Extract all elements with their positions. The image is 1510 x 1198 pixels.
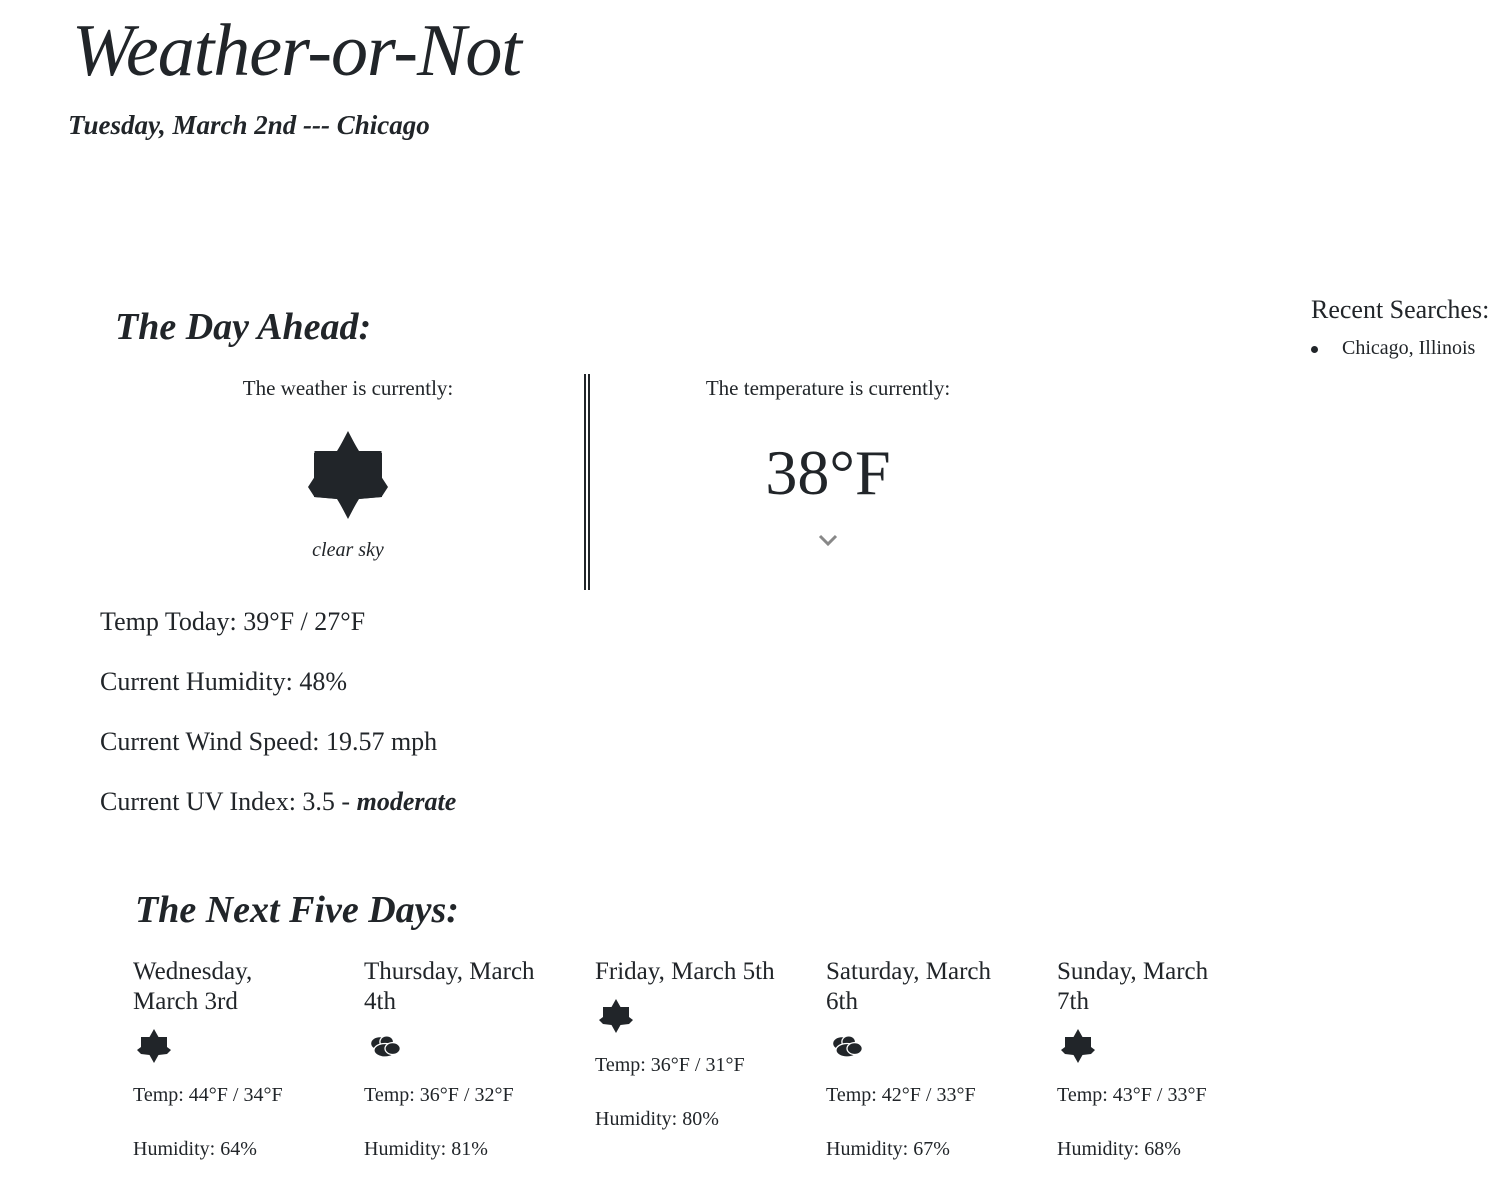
current-weather-panel: The weather is currently: clear sky (110, 376, 586, 562)
sun-icon (1061, 1029, 1095, 1063)
clouds-icon (369, 1035, 401, 1058)
temp-today: Temp Today: 39°F / 27°F (100, 607, 366, 636)
recent-searches-heading: Recent Searches: (1311, 295, 1490, 324)
sun-icon (308, 431, 388, 520)
weather-label: The weather is currently: (242, 376, 454, 400)
next-five-days-title: The Next Five Days: (135, 889, 459, 931)
forecast-day-card: Wednesday, March 3rd Temp: 44°F / 34°F H… (133, 957, 364, 1161)
current-humidity: Current Humidity: 48% (100, 667, 347, 696)
date-city-subtitle: Tuesday, March 2nd --- Chicago (68, 110, 430, 140)
forecast-temp: Temp: 36°F / 32°F (364, 1084, 514, 1106)
sun-icon (599, 999, 633, 1033)
bullet-icon (1311, 346, 1318, 354)
forecast-humidity: Humidity: 81% (364, 1138, 488, 1160)
forecast-day-card: Friday, March 5th Temp: 36°F / 31°F Humi… (595, 957, 826, 1161)
uv-index-level: moderate (356, 787, 457, 816)
forecast-day-name: Saturday, March 6th (826, 958, 991, 1015)
clouds-icon (831, 1035, 863, 1058)
uv-index-value: Current UV Index: 3.5 - (100, 787, 357, 816)
current-uv-index: Current UV Index: 3.5 - moderate (100, 784, 456, 844)
forecast-temp: Temp: 44°F / 34°F (133, 1084, 283, 1106)
forecast-day-name: Friday, March 5th (595, 958, 775, 985)
forecast-humidity: Humidity: 67% (826, 1138, 950, 1160)
recent-searches: Recent Searches: Chicago, Illinois (1311, 294, 1501, 361)
sun-icon (137, 1029, 171, 1063)
forecast-humidity: Humidity: 68% (1057, 1138, 1181, 1160)
forecast-day-name: Thursday, March 4th (364, 958, 535, 1015)
weather-description: clear sky (312, 539, 384, 562)
forecast-day-name: Wednesday, March 3rd (133, 958, 253, 1015)
forecast-temp: Temp: 42°F / 33°F (826, 1084, 976, 1106)
current-wind-speed: Current Wind Speed: 19.57 mph (100, 727, 438, 756)
day-ahead-title: The Day Ahead: (115, 306, 372, 348)
temperature-label: The temperature is currently: (705, 376, 951, 400)
forecast-day-card: Saturday, March 6th Temp: 42°F / 33°F Hu… (826, 957, 1057, 1161)
current-temperature-panel: The temperature is currently: 38°F (590, 376, 1066, 547)
forecast-temp: Temp: 43°F / 33°F (1057, 1084, 1207, 1106)
forecast-humidity: Humidity: 64% (133, 1138, 257, 1160)
chevron-down-icon[interactable] (817, 533, 839, 547)
forecast-humidity: Humidity: 80% (595, 1108, 719, 1130)
recent-search-label[interactable]: Chicago, Illinois (1342, 337, 1475, 359)
forecast-day-name: Sunday, March 7th (1057, 958, 1209, 1015)
five-day-forecast: Wednesday, March 3rd Temp: 44°F / 34°F H… (133, 957, 1293, 1161)
today-stats: Temp Today: 39°F / 27°F Current Humidity… (100, 604, 456, 844)
forecast-temp: Temp: 36°F / 31°F (595, 1054, 745, 1076)
forecast-day-card: Thursday, March 4th Temp: 36°F / 32°F Hu… (364, 957, 595, 1161)
recent-searches-list: Chicago, Illinois (1311, 335, 1501, 361)
recent-search-item[interactable]: Chicago, Illinois (1311, 335, 1501, 361)
current-temperature: 38°F (765, 437, 891, 509)
app-title: Weather-or-Not (72, 10, 522, 92)
forecast-day-card: Sunday, March 7th Temp: 43°F / 33°F Humi… (1057, 957, 1288, 1161)
